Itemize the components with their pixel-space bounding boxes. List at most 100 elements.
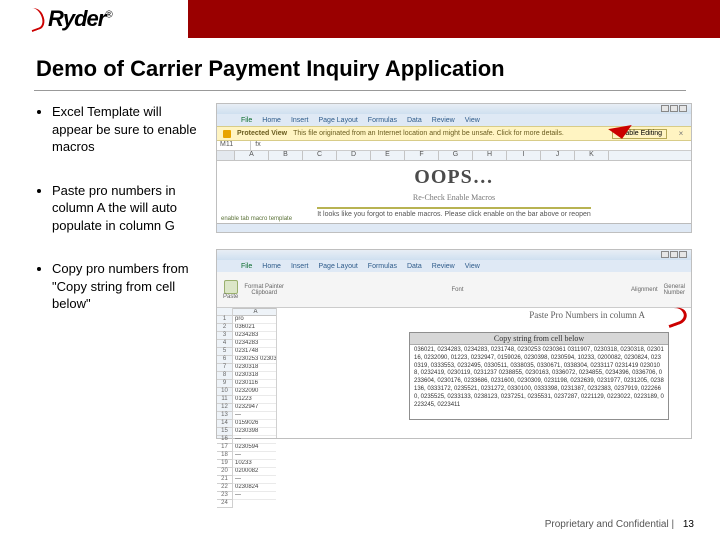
excel-ribbon-tabs: File Home Insert Page Layout Formulas Da… [217,260,691,272]
cell: 0232947 [233,404,276,412]
header-accent-bar [188,0,720,38]
col-header: H [473,151,507,160]
ribbon-tab: Home [262,263,281,270]
ribbon-tab: Insert [291,263,309,270]
cell: 0230116 [233,380,276,388]
brand-logo: Ryder® [0,0,188,38]
ribbon-tab: Insert [291,117,309,124]
footer-text: Proprietary and Confidential | [545,519,674,530]
row-headers: 123456789101112131415161718192021222324 [217,308,233,438]
cell: 0234283 [233,332,276,340]
fx-icon: fx [251,141,265,150]
ribbon-tab: File [241,263,252,270]
col-header: K [575,151,609,160]
col-header: G [439,151,473,160]
column-a: A pro 036021 0234283 0234283 0231748 023… [233,308,277,438]
cell: 0200082 [233,468,276,476]
ribbon-tab: Data [407,117,422,124]
copy-string-box: Copy string from cell below 036021, 0234… [409,332,669,420]
ribbon-tab: Formulas [368,263,397,270]
col-header: J [541,151,575,160]
ribbon-tab: File [241,117,252,124]
ribbon-tab: Review [432,263,455,270]
page-number: 13 [683,519,694,530]
excel-titlebar [217,104,691,114]
sheet-area: 123456789101112131415161718192021222324 … [217,308,691,438]
ribbon-label: Alignment [631,287,658,293]
oops-heading: OOPS… [414,166,493,189]
protected-text: This file originated from an Internet lo… [293,130,564,137]
shield-icon [223,130,231,138]
slide-header: Ryder® [0,0,720,38]
cell: 0159026 [233,420,276,428]
ribbon-tab: View [465,263,480,270]
ribbon-clipboard-group: Format PainterClipboard [244,284,284,296]
bullet-item: Excel Template will appear be sure to en… [52,103,198,156]
cell: 0231748 [233,348,276,356]
cell: 0230318 [233,372,276,380]
ribbon-label: Font [451,287,463,293]
ribbon-tab: View [465,117,480,124]
ribbon-tab: Data [407,263,422,270]
window-buttons [660,105,687,114]
macro-subtext: Re-Check Enable Macros [413,193,495,202]
cell: — [233,436,276,444]
ribbon-font-group: Font [290,287,625,293]
cell: — [233,452,276,460]
sheet-tabs: enable tab macro template [221,216,292,222]
cell: 0230318 [233,364,276,372]
cell: — [233,412,276,420]
cell: 0230398 [233,428,276,436]
column-headers: A B C D E F G H I J K [217,151,691,161]
ribbon-tab: Formulas [368,117,397,124]
content-area: Excel Template will appear be sure to en… [0,91,720,439]
ribbon-tab: Page Layout [318,117,357,124]
col-header: D [337,151,371,160]
slide-footer: Proprietary and Confidential | 13 [545,519,694,530]
cell: 0232090 [233,388,276,396]
copy-box-title: Copy string from cell below [410,333,668,345]
bullet-column: Excel Template will appear be sure to en… [38,103,198,439]
oops-message: OOPS… Re-Check Enable Macros It looks li… [217,161,691,223]
ribbon-tab: Home [262,117,281,124]
image-column: File Home Insert Page Layout Formulas Da… [216,103,692,439]
window-buttons [660,251,687,260]
macro-instruction: It looks like you forgot to enable macro… [317,207,591,218]
cell: — [233,476,276,484]
col-header: I [507,151,541,160]
cell: pro [233,316,276,324]
protected-view-bar: Protected View This file originated from… [217,126,691,141]
logo-swoosh-icon [661,308,687,326]
cell-reference: M11 [217,141,251,150]
bullet-item: Paste pro numbers in column A the will a… [52,182,198,235]
col-header: A [235,151,269,160]
col-header: E [371,151,405,160]
ribbon-paste-group: Paste [223,280,238,300]
col-header: B [269,151,303,160]
ribbon-label: Clipboard [251,290,277,296]
excel-statusbar [217,223,691,232]
excel-ribbon-tabs: File Home Insert Page Layout Formulas Da… [217,114,691,126]
excel-screenshot-macros: File Home Insert Page Layout Formulas Da… [216,103,692,233]
ribbon-label: Paste [223,294,238,300]
cell: 036021 [233,324,276,332]
brand-name: Ryder® [48,6,112,32]
ribbon-label: Number [664,290,685,296]
copy-box-body: 036021, 0234283, 0234283, 0231748, 02302… [410,345,668,411]
formula-bar: M11 fx [217,141,691,151]
paste-icon [224,280,238,294]
cell: — [233,492,276,500]
col-header: A [233,308,276,316]
close-icon[interactable]: × [677,130,685,138]
cell: 0230253 0230361 0311907 [233,356,276,364]
registered-mark: ® [105,10,111,21]
col-header: F [405,151,439,160]
excel-titlebar [217,250,691,260]
ribbon-tab: Page Layout [318,263,357,270]
ribbon-number-group: GeneralNumber [664,284,685,296]
paste-instruction: Paste Pro Numbers in column A [529,310,645,320]
bullet-item: Copy pro numbers from "Copy string from … [52,260,198,313]
cell: 01223 [233,396,276,404]
ribbon-align-group: Alignment [631,287,658,293]
page-title: Demo of Carrier Payment Inquiry Applicat… [0,38,720,88]
